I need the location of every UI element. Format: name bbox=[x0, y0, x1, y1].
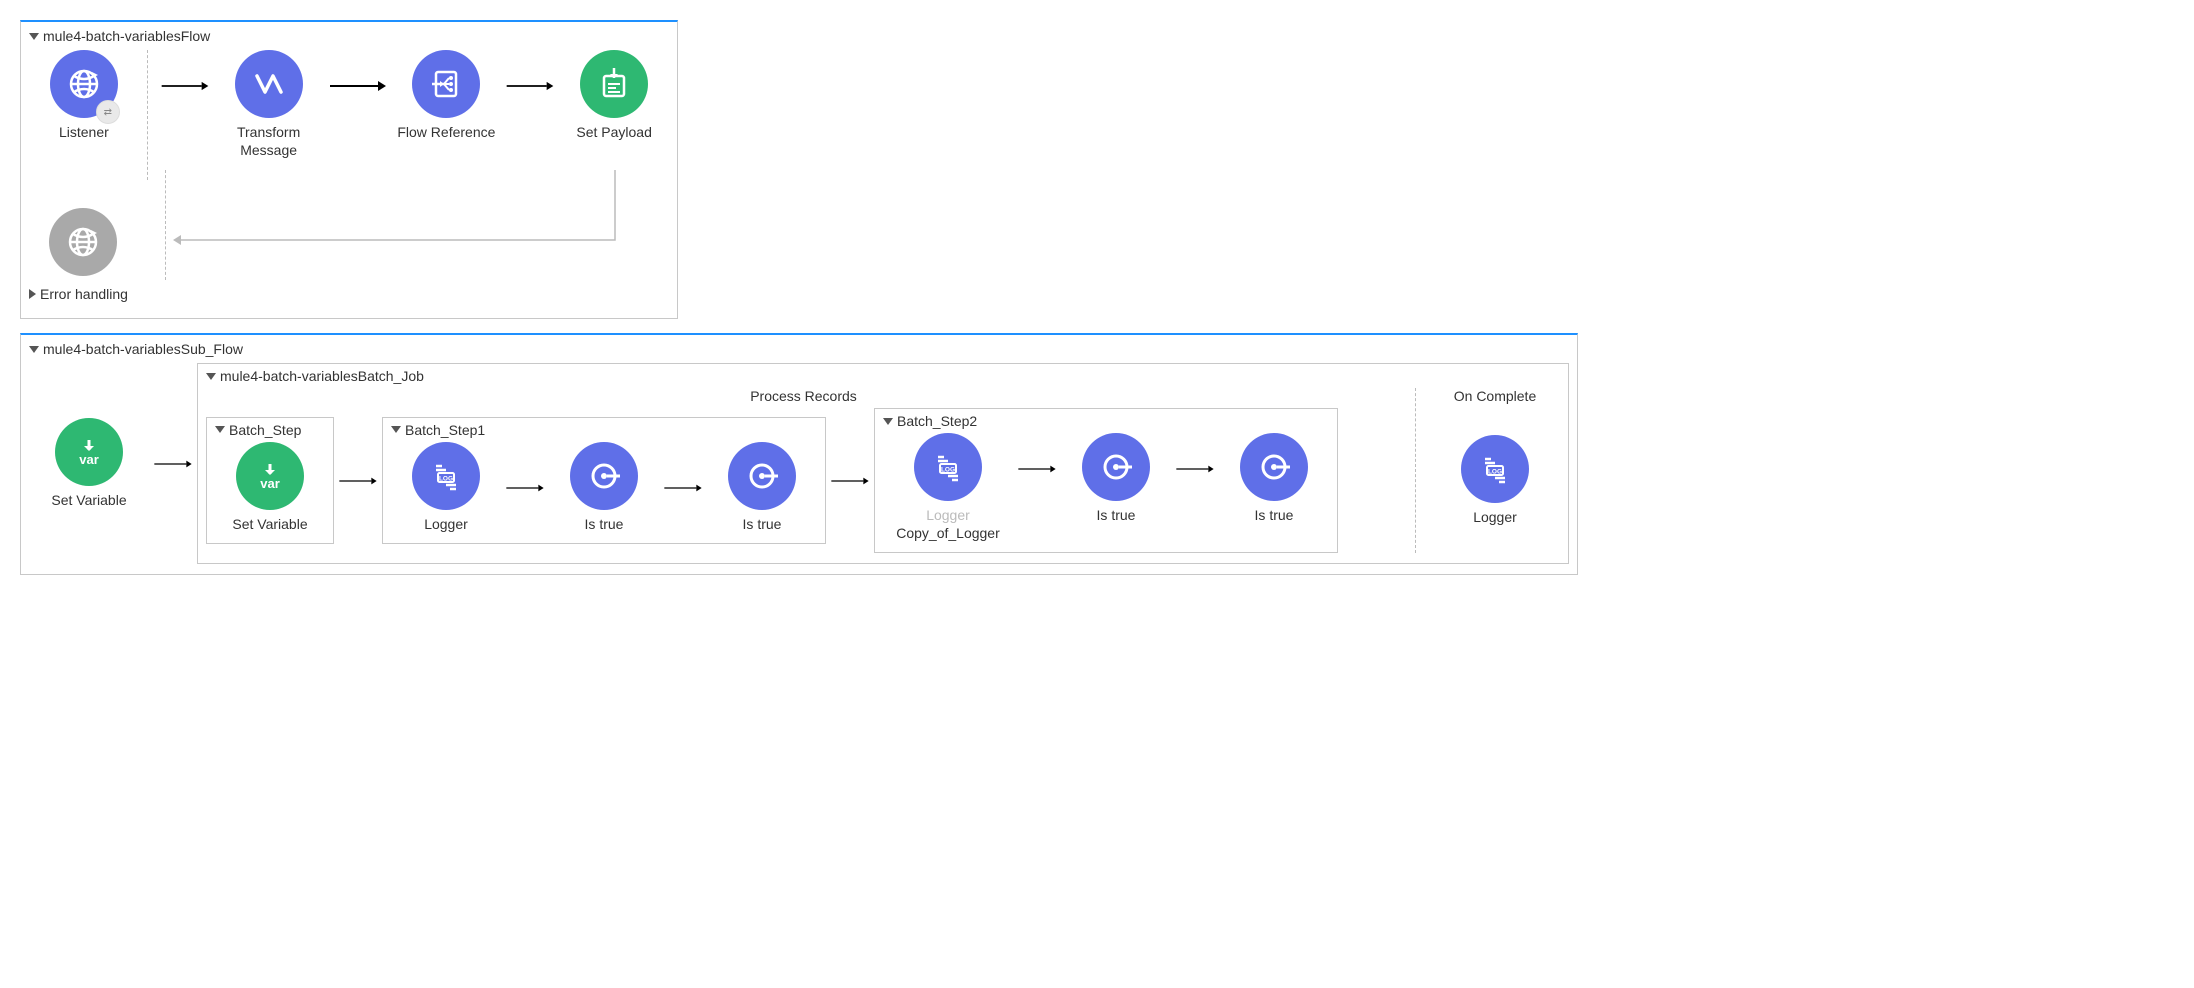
istrue-icon bbox=[584, 456, 624, 496]
arrow-icon bbox=[328, 76, 388, 96]
step2-istrue2-label: Is true bbox=[1255, 507, 1294, 525]
istrue-icon bbox=[1254, 447, 1294, 487]
batch-job-title-bar[interactable]: mule4-batch-variablesBatch_Job bbox=[206, 368, 1560, 384]
error-handling-label: Error handling bbox=[40, 286, 128, 302]
return-path bbox=[95, 170, 655, 270]
flowref-icon bbox=[426, 64, 466, 104]
globe-icon bbox=[63, 222, 103, 262]
flow-title: mule4-batch-variablesFlow bbox=[43, 28, 210, 44]
logger-icon bbox=[928, 447, 968, 487]
logger-icon bbox=[426, 456, 466, 496]
batch-step1-title: Batch_Step1 bbox=[405, 422, 485, 438]
step-setvar-label: Set Variable bbox=[232, 516, 307, 534]
collapse-icon[interactable] bbox=[883, 418, 893, 425]
istrue-icon bbox=[742, 456, 782, 496]
subflow-title: mule4-batch-variablesSub_Flow bbox=[43, 341, 243, 357]
node-step2-istrue2[interactable]: Is true bbox=[1219, 433, 1329, 525]
logger-icon bbox=[1475, 449, 1515, 489]
var-icon bbox=[250, 456, 290, 496]
transform-label-1: Transform bbox=[237, 124, 300, 142]
collapse-icon[interactable] bbox=[391, 426, 401, 433]
collapse-icon[interactable] bbox=[29, 346, 39, 353]
var-icon bbox=[69, 432, 109, 472]
transform-icon bbox=[249, 64, 289, 104]
node-complete-logger[interactable]: Logger bbox=[1440, 435, 1550, 527]
subflow-panel[interactable]: mule4-batch-variablesSub_Flow Set Variab… bbox=[20, 333, 1578, 575]
step2-logger-label: Logger bbox=[926, 507, 970, 525]
listener-label: Listener bbox=[59, 124, 109, 142]
step1-istrue2-label: Is true bbox=[743, 516, 782, 534]
collapse-icon[interactable] bbox=[29, 33, 39, 40]
batch-step-title-bar[interactable]: Batch_Step bbox=[215, 422, 325, 438]
batch-step2-title: Batch_Step2 bbox=[897, 413, 977, 429]
batch-step-panel[interactable]: Batch_Step Set Variable bbox=[206, 417, 334, 545]
node-step1-istrue1[interactable]: Is true bbox=[549, 442, 659, 534]
node-transform[interactable]: Transform Message bbox=[214, 50, 324, 159]
node-step2-istrue1[interactable]: Is true bbox=[1061, 433, 1171, 525]
node-setpayload[interactable]: Set Payload bbox=[559, 50, 669, 142]
node-response[interactable] bbox=[49, 208, 117, 276]
step1-istrue1-label: Is true bbox=[585, 516, 624, 534]
complete-logger-label: Logger bbox=[1473, 509, 1517, 527]
flowref-label: Flow Reference bbox=[397, 124, 495, 142]
collapse-icon[interactable] bbox=[206, 373, 216, 380]
process-records-label: Process Records bbox=[206, 388, 1401, 404]
step1-logger-label: Logger bbox=[424, 516, 468, 534]
flow-title-bar[interactable]: mule4-batch-variablesFlow bbox=[29, 28, 669, 44]
connector-badge-icon: ⇄ bbox=[96, 100, 120, 124]
arrow-icon bbox=[160, 76, 210, 96]
node-step-setvar[interactable]: Set Variable bbox=[215, 442, 325, 534]
node-step2-logger[interactable]: Logger Copy_of_Logger bbox=[883, 433, 1013, 542]
arrow-icon bbox=[830, 471, 870, 491]
batch-job-panel[interactable]: mule4-batch-variablesBatch_Job Process R… bbox=[197, 363, 1569, 564]
transform-label-2: Message bbox=[240, 142, 297, 160]
node-listener[interactable]: ⇄ Listener bbox=[29, 50, 139, 142]
node-step1-logger[interactable]: Logger bbox=[391, 442, 501, 534]
setpayload-icon bbox=[594, 64, 634, 104]
expand-icon[interactable] bbox=[29, 289, 36, 299]
globe-icon bbox=[64, 64, 104, 104]
step2-logger-sub-label: Copy_of_Logger bbox=[896, 525, 1000, 543]
batch-step1-panel[interactable]: Batch_Step1 Logger Is true bbox=[382, 417, 826, 545]
arrow-icon bbox=[153, 454, 193, 474]
node-set-variable[interactable]: Set Variable bbox=[29, 418, 149, 510]
setvar-label: Set Variable bbox=[51, 492, 126, 510]
error-handling-section[interactable]: Error handling bbox=[29, 286, 669, 302]
batch-step-title: Batch_Step bbox=[229, 422, 301, 438]
node-flowref[interactable]: Flow Reference bbox=[392, 50, 502, 142]
batch-step2-panel[interactable]: Batch_Step2 Logger Copy_of_Logger bbox=[874, 408, 1338, 553]
collapse-icon[interactable] bbox=[215, 426, 225, 433]
batch-job-title: mule4-batch-variablesBatch_Job bbox=[220, 368, 424, 384]
batch-step2-title-bar[interactable]: Batch_Step2 bbox=[883, 413, 1329, 429]
arrow-icon bbox=[1175, 459, 1215, 479]
arrow-icon bbox=[505, 76, 555, 96]
step2-istrue1-label: Is true bbox=[1097, 507, 1136, 525]
flow-panel[interactable]: mule4-batch-variablesFlow ⇄ Listener Tra… bbox=[20, 20, 678, 319]
setpayload-label: Set Payload bbox=[576, 124, 652, 142]
arrow-icon bbox=[1017, 459, 1057, 479]
subflow-title-bar[interactable]: mule4-batch-variablesSub_Flow bbox=[29, 341, 1569, 357]
istrue-icon bbox=[1096, 447, 1136, 487]
arrow-icon bbox=[338, 471, 378, 491]
arrow-icon bbox=[505, 478, 545, 498]
on-complete-label: On Complete bbox=[1430, 388, 1560, 404]
node-step1-istrue2[interactable]: Is true bbox=[707, 442, 817, 534]
arrow-icon bbox=[663, 478, 703, 498]
batch-step1-title-bar[interactable]: Batch_Step1 bbox=[391, 422, 817, 438]
